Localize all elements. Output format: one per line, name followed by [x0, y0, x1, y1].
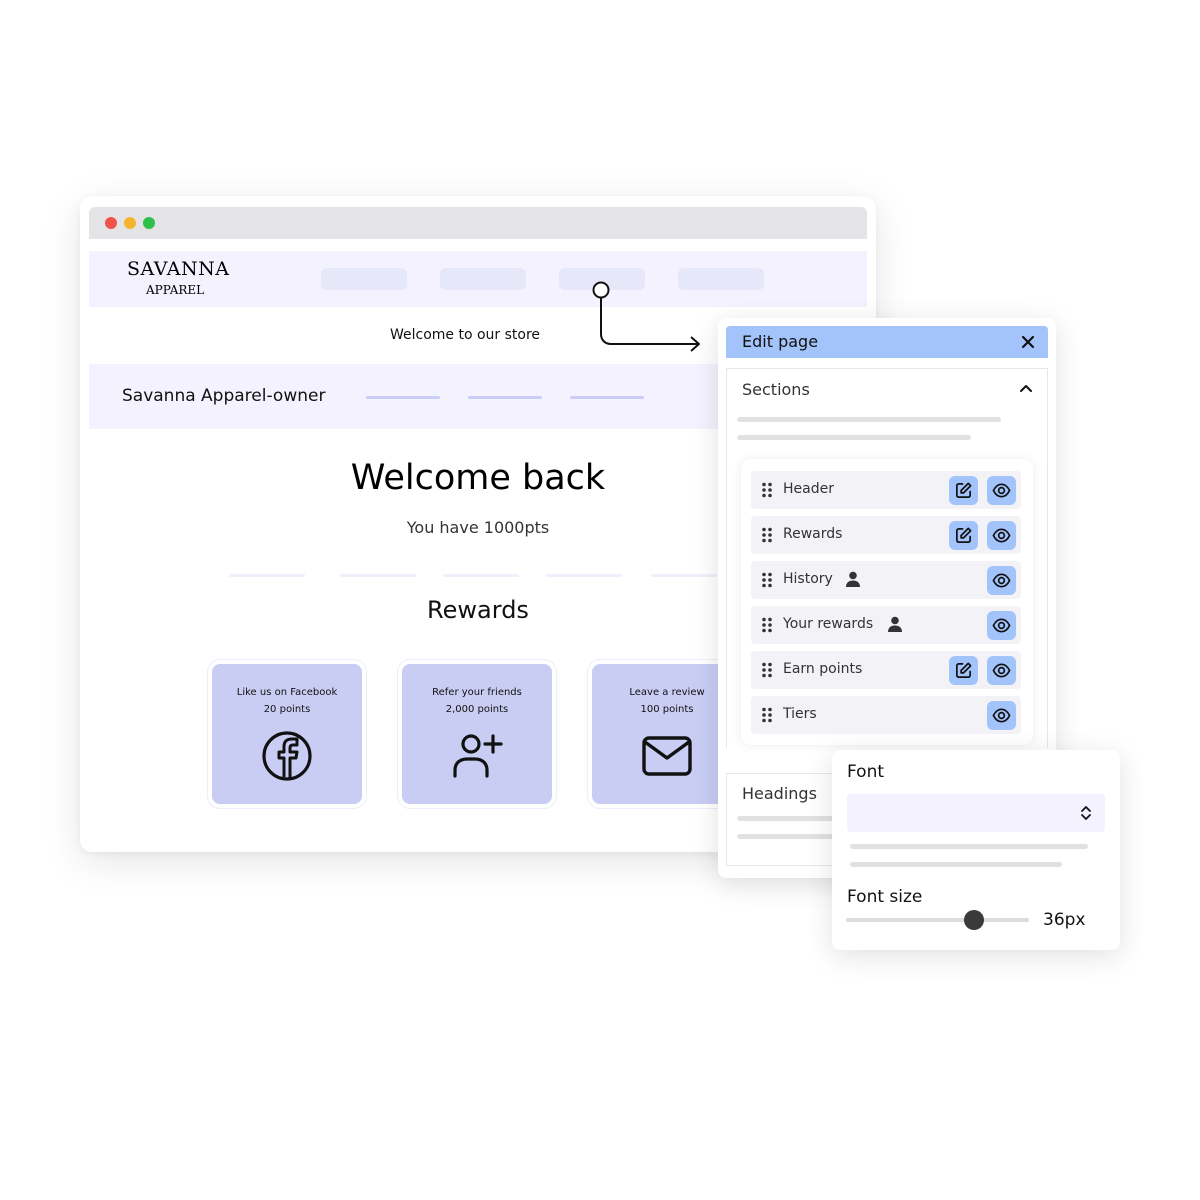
- placeholder-line: [737, 834, 837, 839]
- owner-line-2: [468, 396, 542, 399]
- drag-handle-icon[interactable]: [761, 572, 773, 588]
- sections-title[interactable]: Sections: [742, 380, 810, 399]
- drag-handle-icon[interactable]: [761, 617, 773, 633]
- close-icon[interactable]: [1020, 334, 1036, 350]
- toggle-visibility-rewards-button[interactable]: [987, 521, 1016, 550]
- divider-dash-3: [443, 574, 519, 577]
- placeholder-line: [737, 435, 971, 440]
- section-item-tiers[interactable]: Tiers: [751, 696, 1021, 734]
- font-select[interactable]: [847, 794, 1105, 832]
- toggle-visibility-your-rewards-button[interactable]: [987, 611, 1016, 640]
- section-item-label: Earn points: [783, 661, 863, 677]
- font-label: Font: [847, 762, 885, 782]
- placeholder-line: [737, 816, 837, 821]
- edit-panel-header: Edit page: [726, 326, 1048, 358]
- section-item-label: Tiers: [783, 706, 817, 722]
- section-list: Header Rewards History Your rewards Earn poi…: [741, 459, 1033, 745]
- owner-line-1: [366, 396, 440, 399]
- placeholder-line: [850, 844, 1088, 849]
- toggle-visibility-header-button[interactable]: [987, 476, 1016, 505]
- chevron-up-down-icon: [1081, 806, 1091, 820]
- placeholder-line: [850, 862, 1062, 867]
- nav-placeholder-2[interactable]: [440, 268, 526, 290]
- logo-sub: APPAREL: [146, 283, 205, 297]
- edit-icon: [955, 527, 972, 544]
- welcome-store-text: Welcome to our store: [390, 327, 541, 343]
- divider-dash-1: [229, 574, 305, 577]
- nav-placeholder-1[interactable]: [321, 268, 407, 290]
- section-item-your-rewards[interactable]: Your rewards: [751, 606, 1021, 644]
- toggle-visibility-tiers-button[interactable]: [987, 701, 1016, 730]
- window-minimize-dot[interactable]: [124, 217, 136, 229]
- font-size-label: Font size: [847, 887, 923, 907]
- reward-points: 2,000 points: [445, 704, 509, 715]
- divider-dash-4: [546, 574, 622, 577]
- reward-card-refer[interactable]: Refer your friends 2,000 points: [398, 660, 556, 808]
- toggle-visibility-earn-points-button[interactable]: [987, 656, 1016, 685]
- eye-icon: [992, 528, 1011, 543]
- section-item-label: History: [783, 571, 833, 587]
- window-close-dot[interactable]: [105, 217, 117, 229]
- drag-handle-icon[interactable]: [761, 482, 773, 498]
- owner-name: Savanna Apparel-owner: [122, 386, 326, 406]
- section-item-label: Rewards: [783, 526, 843, 542]
- reward-title: Refer your friends: [432, 687, 522, 698]
- eye-icon: [992, 483, 1011, 498]
- divider-dash-5: [651, 574, 717, 577]
- logo-main: SAVANNA: [127, 258, 230, 280]
- owner-line-3: [570, 396, 644, 399]
- eye-icon: [992, 663, 1011, 678]
- mail-icon: [642, 736, 692, 776]
- edit-panel-title: Edit page: [742, 332, 819, 351]
- edit-icon: [955, 482, 972, 499]
- facebook-icon: [262, 731, 312, 781]
- browser-title-bar: [89, 207, 867, 239]
- eye-icon: [992, 708, 1011, 723]
- reward-card-facebook[interactable]: Like us on Facebook 20 points: [208, 660, 366, 808]
- section-item-earn-points[interactable]: Earn points: [751, 651, 1021, 689]
- add-user-icon: [453, 734, 503, 778]
- divider-dash-2: [340, 574, 416, 577]
- reward-title: Like us on Facebook: [236, 687, 338, 698]
- sections-group: Sections Header Rewards History Your reward…: [726, 368, 1048, 748]
- eye-icon: [992, 573, 1011, 588]
- site-header: SAVANNA APPAREL: [89, 251, 867, 307]
- eye-icon: [992, 618, 1011, 633]
- drag-handle-icon[interactable]: [761, 707, 773, 723]
- drag-handle-icon[interactable]: [761, 662, 773, 678]
- section-item-rewards[interactable]: Rewards: [751, 516, 1021, 554]
- person-icon: [887, 616, 903, 632]
- slider-handle[interactable]: [964, 910, 985, 930]
- section-item-header[interactable]: Header: [751, 471, 1021, 509]
- connector-arrow-icon: [592, 281, 700, 352]
- font-size-value: 36px: [1043, 910, 1086, 930]
- toggle-visibility-history-button[interactable]: [987, 566, 1016, 595]
- window-maximize-dot[interactable]: [143, 217, 155, 229]
- headings-title[interactable]: Headings: [742, 784, 817, 803]
- person-icon: [845, 571, 861, 587]
- section-item-history[interactable]: History: [751, 561, 1021, 599]
- section-item-label: Header: [783, 481, 834, 497]
- drag-handle-icon[interactable]: [761, 527, 773, 543]
- font-size-slider[interactable]: [846, 910, 1029, 930]
- section-item-label: Your rewards: [783, 616, 874, 632]
- chevron-up-icon[interactable]: [1019, 381, 1033, 395]
- font-settings-card: Font Font size 36px: [832, 750, 1120, 950]
- edit-rewards-button[interactable]: [949, 521, 978, 550]
- edit-icon: [955, 662, 972, 679]
- edit-earn-points-button[interactable]: [949, 656, 978, 685]
- placeholder-line: [737, 417, 1001, 422]
- edit-header-button[interactable]: [949, 476, 978, 505]
- reward-points: 20 points: [263, 704, 311, 715]
